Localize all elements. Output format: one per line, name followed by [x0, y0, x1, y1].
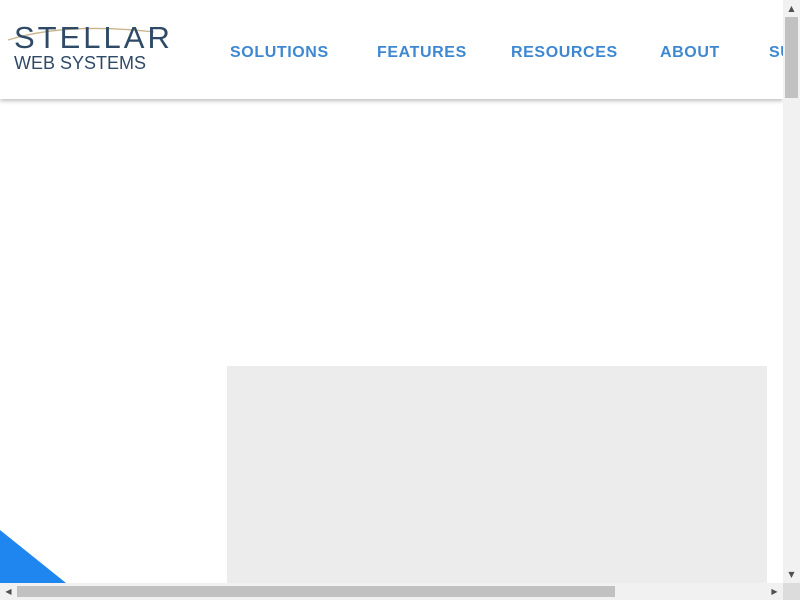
main-nav: SOLUTIONS FEATURES RESOURCES ABOUT SU [0, 0, 783, 99]
nav-about[interactable]: ABOUT [660, 42, 720, 64]
nav-features[interactable]: FEATURES [377, 42, 467, 64]
site-header: STELLAR WEB SYSTEMS SOLUTIONS FEATURES R… [0, 0, 783, 99]
scrollbar-corner [783, 583, 800, 600]
horizontal-scrollbar[interactable]: ◀ ▶ [0, 583, 783, 600]
vertical-scroll-thumb[interactable] [785, 17, 798, 98]
nav-resources[interactable]: RESOURCES [511, 42, 618, 64]
scroll-right-icon[interactable]: ▶ [766, 583, 783, 600]
content-placeholder-panel [227, 366, 767, 583]
horizontal-scroll-thumb[interactable] [17, 586, 615, 597]
scroll-up-icon[interactable]: ▲ [783, 0, 800, 17]
corner-accent-shape [0, 530, 66, 583]
vertical-scrollbar[interactable]: ▲ ▼ [783, 0, 800, 583]
nav-solutions[interactable]: SOLUTIONS [230, 42, 329, 64]
nav-support-truncated[interactable]: SU [769, 42, 783, 64]
page-viewport: STELLAR WEB SYSTEMS SOLUTIONS FEATURES R… [0, 0, 783, 583]
scroll-left-icon[interactable]: ◀ [0, 583, 17, 600]
scroll-down-icon[interactable]: ▼ [783, 566, 800, 583]
